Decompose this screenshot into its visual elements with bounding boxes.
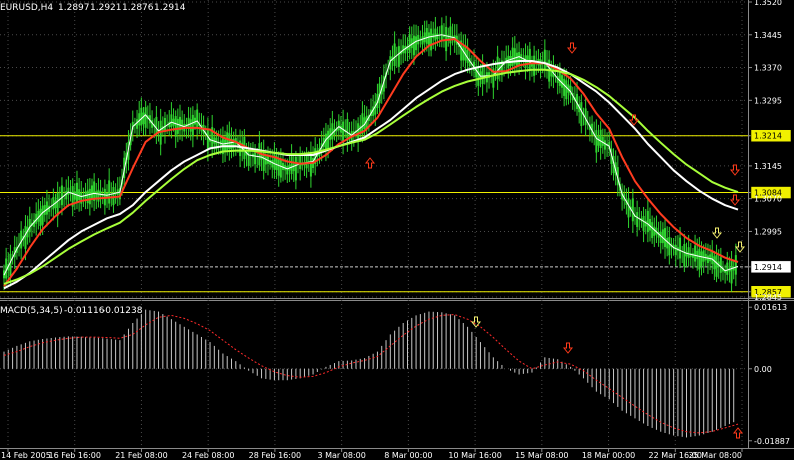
- price-tick-label: 1.3295: [754, 96, 782, 105]
- time-tick-label: 14 Feb 2005: [1, 451, 51, 460]
- ohlc-close: 1.2914: [154, 3, 186, 13]
- price-tick-label: 1.3370: [754, 64, 782, 73]
- price-tick-label: 1.3520: [754, 0, 782, 7]
- price-tick-label: 1.3070: [754, 195, 782, 204]
- macd-tick-label: -0.01887: [754, 437, 790, 446]
- time-tick-label: 15 Mar 08:00: [515, 451, 568, 460]
- time-tick-label: 18 Mar 00:00: [582, 451, 635, 460]
- price-axis-ticks: 1.3520 1.3445 1.3370 1.3295 1.3214 1.3145 1.30…: [748, 0, 792, 446]
- macd-tick-label: 0.00: [754, 365, 772, 374]
- price-tick-label: 1.2845: [754, 293, 782, 302]
- macd-tick-label: 0.01613: [754, 303, 787, 312]
- time-tick-label: 24 Feb 08:00: [182, 451, 234, 460]
- ohlc-high: 1.2921: [90, 3, 122, 13]
- chart-symbol-title: EURUSD,H4: [0, 3, 53, 13]
- macd-value-signal: -0.01238: [102, 306, 143, 316]
- macd-value-main: -0.01116: [64, 306, 105, 316]
- time-tick-label: 16 Feb 16:00: [48, 451, 100, 460]
- macd-title: MACD(5,34,5): [0, 306, 63, 316]
- time-axis-ticks: 14 Feb 200516 Feb 16:00 21 Feb 08:00 24 Fe…: [1, 448, 743, 460]
- time-tick-label: 8 Mar 00:00: [384, 451, 432, 460]
- price-panel: [0, 0, 748, 297]
- time-tick-label: 10 Mar 16:00: [448, 451, 501, 460]
- price-tick-label: 1.3145: [754, 162, 782, 171]
- price-tick-label: 1.3214: [754, 132, 782, 141]
- price-tick-label: 1.2995: [754, 227, 782, 236]
- time-tick-label: 28 Feb 16:00: [249, 451, 301, 460]
- time-tick-label: 21 Feb 08:00: [115, 451, 167, 460]
- forex-chart: 1.3520 1.3445 1.3370 1.3295 1.3214 1.3145 1.30…: [0, 0, 794, 460]
- price-tick-label: 1.3445: [754, 31, 782, 40]
- ohlc-low: 1.2876: [122, 3, 154, 13]
- ohlc-open: 1.2897: [58, 3, 90, 13]
- time-tick-label: 3 Mar 08:00: [317, 451, 365, 460]
- time-tick-label: 25 Mar 08:00: [689, 451, 742, 460]
- price-tick-label: 1.2914: [754, 263, 782, 272]
- macd-panel: [0, 300, 748, 448]
